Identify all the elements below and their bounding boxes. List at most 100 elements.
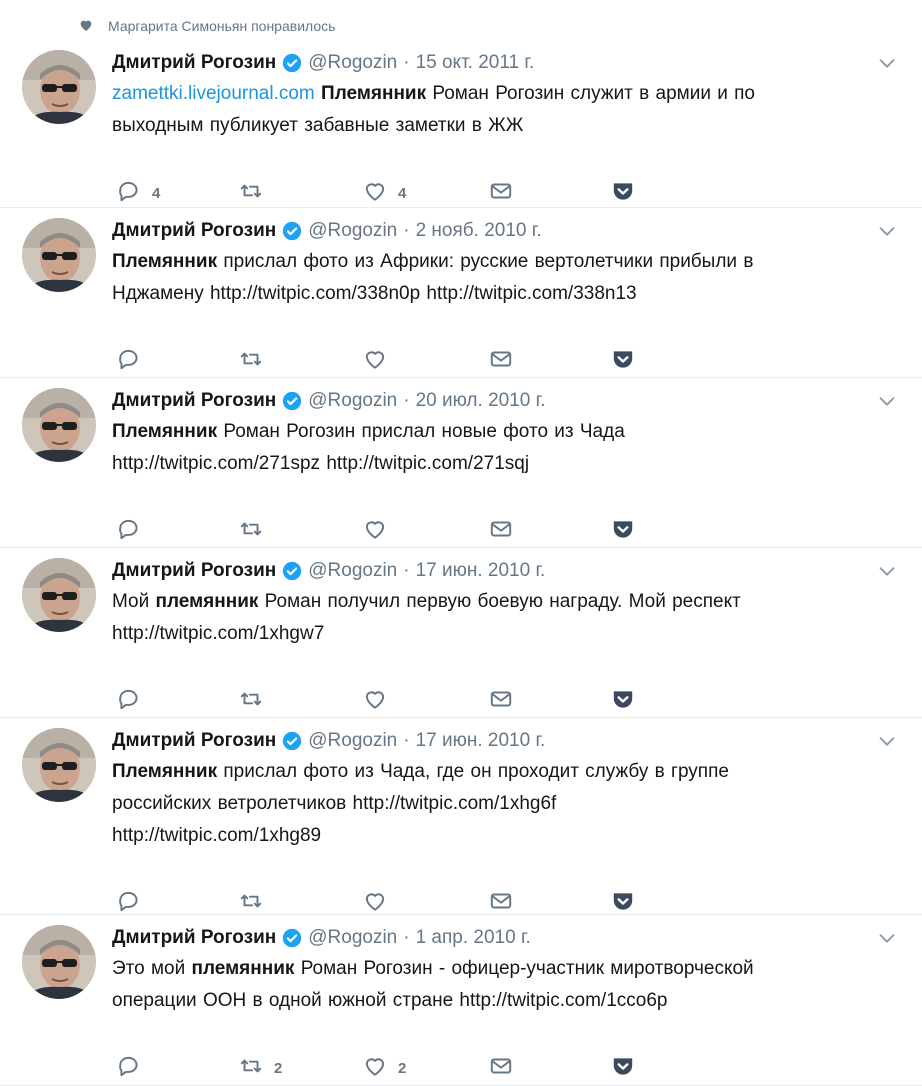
author-handle[interactable]: @Rogozin <box>308 927 397 949</box>
like-button[interactable]: 2 <box>362 1053 406 1083</box>
direct-message-button[interactable] <box>488 346 514 376</box>
separator: · <box>403 220 410 241</box>
retweet-button[interactable]: 2 <box>238 1053 282 1083</box>
author-name[interactable]: Дмитрий Рогозин <box>112 927 276 949</box>
tweet-header: Дмитрий Рогозин @Rogozin · 20 июл. 2010 … <box>112 386 546 416</box>
author-name[interactable]: Дмитрий Рогозин <box>112 52 276 74</box>
tweet[interactable]: Дмитрий Рогозин @Rogozin · 17 июн. 2010 … <box>0 718 922 915</box>
pocket-button[interactable] <box>610 1053 636 1083</box>
tweet[interactable]: Дмитрий Рогозин @Rogozin · 2 нояб. 2010 … <box>0 208 922 378</box>
tweet-link[interactable]: zamettki.livejournal.com <box>112 83 315 104</box>
like-button[interactable] <box>362 346 398 376</box>
verified-badge-icon <box>282 221 302 241</box>
pocket-button[interactable] <box>610 346 636 376</box>
heart-outline-icon <box>362 346 388 376</box>
tweet[interactable]: Дмитрий Рогозин @Rogozin · 15 окт. 2011 … <box>0 40 922 208</box>
retweet-button[interactable] <box>238 516 274 546</box>
verified-badge-icon <box>282 391 302 411</box>
reply-button[interactable] <box>116 686 152 716</box>
envelope-icon <box>488 516 514 546</box>
chevron-down-icon[interactable] <box>876 560 898 582</box>
highlighted-term: Племянник <box>112 421 218 442</box>
tweet[interactable]: Дмитрий Рогозин @Rogozin · 1 апр. 2010 г… <box>0 915 922 1086</box>
tweet-date[interactable]: 15 окт. 2011 г. <box>416 52 535 74</box>
avatar[interactable] <box>22 388 96 462</box>
retweet-icon <box>238 516 264 546</box>
chevron-down-icon[interactable] <box>876 220 898 242</box>
reply-button[interactable] <box>116 516 152 546</box>
author-handle[interactable]: @Rogozin <box>308 220 397 242</box>
pocket-icon <box>610 178 636 208</box>
tweet-text-line: zamettki.livejournal.com Племянник Роман… <box>112 78 882 110</box>
tweet-date[interactable]: 17 июн. 2010 г. <box>416 560 546 582</box>
tweet-text-run: Роман Рогозин прислал новые фото из Чада <box>217 421 625 442</box>
like-button[interactable] <box>362 888 398 918</box>
direct-message-button[interactable] <box>488 178 514 208</box>
retweet-button[interactable] <box>238 178 274 208</box>
direct-message-button[interactable] <box>488 516 514 546</box>
tweet-text-line: Племянник Роман Рогозин прислал новые фо… <box>112 416 882 448</box>
reply-button[interactable]: 4 <box>116 178 160 208</box>
retweet-button[interactable] <box>238 888 274 918</box>
author-name[interactable]: Дмитрий Рогозин <box>112 560 276 582</box>
envelope-icon <box>488 346 514 376</box>
tweet-date[interactable]: 17 июн. 2010 г. <box>416 730 546 752</box>
tweet-date[interactable]: 1 апр. 2010 г. <box>416 927 531 949</box>
retweet-button[interactable] <box>238 346 274 376</box>
pocket-button[interactable] <box>610 888 636 918</box>
avatar[interactable] <box>22 218 96 292</box>
highlighted-term: Племянник <box>112 761 218 782</box>
like-button[interactable]: 4 <box>362 178 406 208</box>
pocket-button[interactable] <box>610 178 636 208</box>
author-handle[interactable]: @Rogozin <box>308 52 397 74</box>
author-name[interactable]: Дмитрий Рогозин <box>112 730 276 752</box>
highlighted-term: Племянник <box>112 251 218 272</box>
direct-message-button[interactable] <box>488 888 514 918</box>
reply-button[interactable] <box>116 346 152 376</box>
like-button[interactable] <box>362 686 398 716</box>
reply-icon <box>116 516 142 546</box>
chevron-down-icon[interactable] <box>876 730 898 752</box>
tweet-text: Мой племянник Роман получил первую боеву… <box>112 586 882 650</box>
tweet-text-line: операции ООН в одной южной стране http:/… <box>112 985 882 1017</box>
like-count: 2 <box>398 1059 407 1077</box>
tweet-actions <box>116 686 676 716</box>
pocket-button[interactable] <box>610 516 636 546</box>
tweet-text-run: Это мой <box>112 958 192 979</box>
reply-button[interactable] <box>116 888 152 918</box>
envelope-icon <box>488 178 514 208</box>
author-name[interactable]: Дмитрий Рогозин <box>112 220 276 242</box>
pocket-button[interactable] <box>610 686 636 716</box>
tweet[interactable]: Дмитрий Рогозин @Rogozin · 20 июл. 2010 … <box>0 378 922 548</box>
tweet-text: Племянник прислал фото из Чада, где он п… <box>112 756 882 852</box>
liked-by-text[interactable]: Маргарита Симоньян понравилось <box>108 18 335 34</box>
author-handle[interactable]: @Rogozin <box>308 560 397 582</box>
author-handle[interactable]: @Rogozin <box>308 730 397 752</box>
tweet-feed: Маргарита Симоньян понравилось Дмитрий Р… <box>0 0 922 1086</box>
pocket-icon <box>610 1053 636 1083</box>
chevron-down-icon[interactable] <box>876 927 898 949</box>
retweet-button[interactable] <box>238 686 274 716</box>
author-handle[interactable]: @Rogozin <box>308 390 397 412</box>
chevron-down-icon[interactable] <box>876 390 898 412</box>
heart-outline-icon <box>362 1053 388 1083</box>
avatar[interactable] <box>22 558 96 632</box>
chevron-down-icon[interactable] <box>876 52 898 74</box>
avatar[interactable] <box>22 728 96 802</box>
direct-message-button[interactable] <box>488 1053 514 1083</box>
reply-button[interactable] <box>116 1053 152 1083</box>
reply-icon <box>116 888 142 918</box>
tweet-date[interactable]: 2 нояб. 2010 г. <box>416 220 542 242</box>
avatar[interactable] <box>22 50 96 124</box>
author-name[interactable]: Дмитрий Рогозин <box>112 390 276 412</box>
like-button[interactable] <box>362 516 398 546</box>
highlighted-term: Племянник <box>321 83 427 104</box>
avatar[interactable] <box>22 925 96 999</box>
direct-message-button[interactable] <box>488 686 514 716</box>
verified-badge-icon <box>282 561 302 581</box>
tweet-date[interactable]: 20 июл. 2010 г. <box>416 390 546 412</box>
highlighted-term: племянник <box>191 958 295 979</box>
tweet-text-line: Племянник прислал фото из Африки: русски… <box>112 246 882 278</box>
tweet[interactable]: Дмитрий Рогозин @Rogozin · 17 июн. 2010 … <box>0 548 922 718</box>
tweet-actions <box>116 346 676 376</box>
